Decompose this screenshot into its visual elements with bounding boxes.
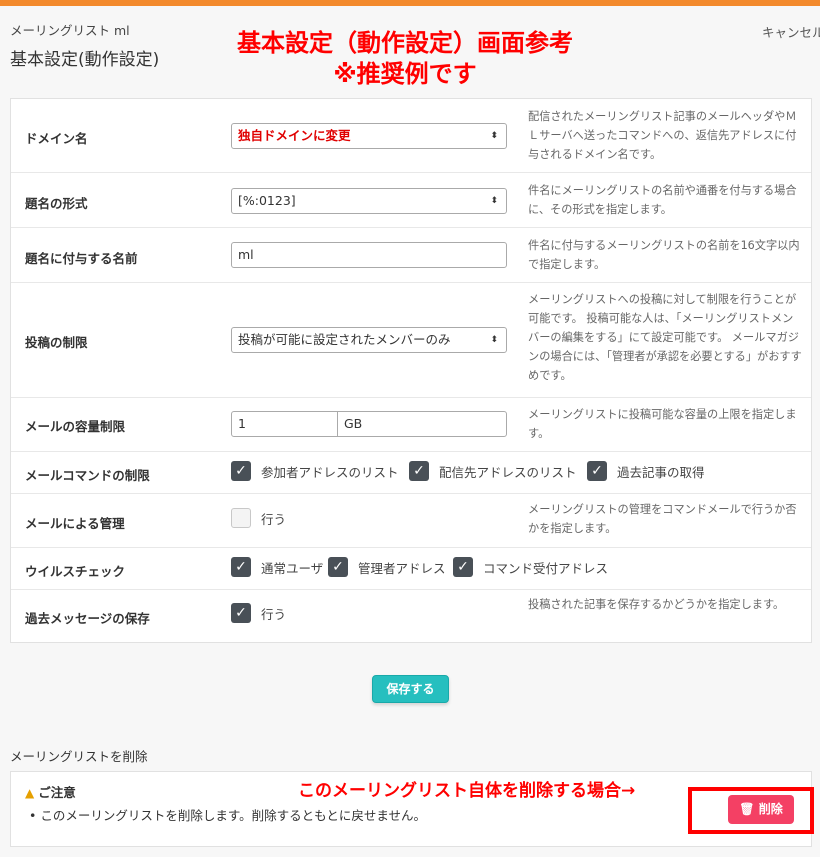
annotation-delete-note: このメーリングリスト自体を削除する場合→ [298, 781, 636, 801]
select-arrows-icon: ⬍ [490, 335, 498, 345]
page-title: 基本設定(動作設定) [10, 50, 160, 70]
checkbox-archive-fetch-label: 過去記事の取得 [617, 465, 705, 480]
annotation-title-line1: 基本設定（動作設定）画面参考 [237, 29, 573, 57]
breadcrumb: メーリングリスト ml [10, 23, 130, 38]
checkbox-participant-list-label: 参加者アドレスのリスト [261, 465, 399, 480]
notice-item: • このメーリングリストを削除します。削除するともとに戻せません。 [29, 808, 426, 823]
checkbox-command-address[interactable]: ✓ [453, 557, 473, 577]
domain-help: 配信されたメーリングリスト記事のメールヘッダやＭＬサーバへ送ったコマンドへの、返… [528, 110, 797, 161]
mail-admin-label: メールによる管理 [25, 516, 125, 531]
checkbox-archive[interactable]: ✓ [231, 603, 251, 623]
post-restriction-value: 投稿が可能に設定されたメンバーのみ [238, 332, 451, 347]
row-mail-admin: メールによる管理 行う メーリングリストの管理をコマンドメールで行うか否かを指定… [11, 493, 811, 547]
row-command-limit: メールコマンドの制限 ✓ 参加者アドレスのリスト ✓ 配信先アドレスのリスト ✓… [11, 451, 811, 493]
domain-select[interactable]: 独自ドメインに変更 ⬍ [231, 123, 507, 149]
delete-section-heading: メーリングリストを削除 [10, 749, 148, 764]
delete-button-label: 削除 [758, 802, 783, 816]
subject-name-label: 題名に付与する名前 [25, 251, 138, 266]
checkbox-normal-user-label: 通常ユーザ [261, 561, 324, 576]
subject-format-select[interactable]: [%:0123] ⬍ [231, 188, 507, 214]
select-arrows-icon: ⬍ [490, 196, 498, 206]
checkbox-delivery-list[interactable]: ✓ [409, 461, 429, 481]
top-accent-bar [0, 0, 820, 6]
checkbox-archive-label: 行う [261, 607, 287, 622]
virus-check-label: ウイルスチェック [25, 564, 126, 579]
command-limit-label: メールコマンドの制限 [25, 468, 150, 483]
size-limit-label: メールの容量制限 [25, 419, 126, 434]
checkbox-archive-fetch[interactable]: ✓ [587, 461, 607, 481]
row-size-limit: メールの容量制限 1 GB メーリングリストに投稿可能な容量の上限を指定します。 [11, 397, 811, 451]
domain-label: ドメイン名 [25, 131, 88, 146]
select-arrows-icon: ⬍ [490, 131, 498, 141]
checkbox-normal-user[interactable]: ✓ [231, 557, 251, 577]
post-restriction-label: 投稿の制限 [25, 335, 88, 350]
input-divider [337, 412, 338, 436]
row-post-restriction: 投稿の制限 投稿が可能に設定されたメンバーのみ ⬍ メーリングリストへの投稿に対… [11, 282, 811, 397]
size-limit-input[interactable]: 1 GB [231, 411, 507, 437]
row-subject-name: 題名に付与する名前 ml 件名に付与するメーリングリストの名前を16文字以内で指… [11, 227, 811, 282]
subject-format-help: 件名にメーリングリストの名前や通番を付与する場合に、その形式を指定します。 [528, 184, 797, 216]
subject-format-label: 題名の形式 [25, 196, 88, 211]
size-limit-unit: GB [344, 416, 363, 431]
notice-title: ▲ ご注意 [25, 782, 76, 801]
annotation-title: 基本設定（動作設定）画面参考 ※推奨例です [205, 28, 605, 90]
size-limit-help: メーリングリストに投稿可能な容量の上限を指定します。 [528, 408, 797, 440]
warning-icon: ▲ [25, 786, 35, 800]
subject-name-help: 件名に付与するメーリングリストの名前を16文字以内で指定します。 [528, 239, 800, 271]
subject-format-value: [%:0123] [238, 193, 296, 208]
archive-help: 投稿された記事を保存するかどうかを指定します。 [528, 598, 785, 611]
notice-item-text: このメーリングリストを削除します。削除するともとに戻せません。 [40, 808, 426, 823]
archive-label: 過去メッセージの保存 [25, 611, 150, 626]
checkbox-command-address-label: コマンド受付アドレス [483, 561, 609, 576]
checkbox-admin-address[interactable]: ✓ [328, 557, 348, 577]
trash-icon: 🗑 [739, 802, 755, 816]
settings-form: ドメイン名 独自ドメインに変更 ⬍ 配信されたメーリングリスト記事のメールヘッダ… [10, 98, 812, 643]
post-restriction-select[interactable]: 投稿が可能に設定されたメンバーのみ ⬍ [231, 327, 507, 353]
checkbox-admin-address-label: 管理者アドレス [358, 561, 446, 576]
row-archive: 過去メッセージの保存 ✓ 行う 投稿された記事を保存するかどうかを指定します。 [11, 589, 811, 643]
notice-title-text: ご注意 [38, 785, 76, 800]
domain-select-value: 独自ドメインに変更 [238, 128, 351, 143]
mail-admin-help: メーリングリストの管理をコマンドメールで行うか否かを指定します。 [528, 503, 797, 535]
checkbox-delivery-list-label: 配信先アドレスのリスト [439, 465, 577, 480]
cancel-link[interactable]: キャンセル [762, 22, 820, 41]
row-domain: ドメイン名 独自ドメインに変更 ⬍ 配信されたメーリングリスト記事のメールヘッダ… [11, 99, 811, 172]
annotation-title-line2: ※推奨例です [333, 60, 477, 88]
row-virus-check: ウイルスチェック ✓ 通常ユーザ ✓ 管理者アドレス ✓ コマンド受付アドレス [11, 547, 811, 589]
save-button[interactable]: 保存する [372, 675, 449, 703]
checkbox-mail-admin[interactable] [231, 508, 251, 528]
row-subject-format: 題名の形式 [%:0123] ⬍ 件名にメーリングリストの名前や通番を付与する場… [11, 172, 811, 227]
delete-button[interactable]: 🗑 削除 [728, 795, 794, 824]
checkbox-mail-admin-label: 行う [261, 512, 287, 527]
post-restriction-help: メーリングリストへの投稿に対して制限を行うことが可能です。 投稿可能な人は、「メ… [528, 293, 802, 382]
checkbox-participant-list[interactable]: ✓ [231, 461, 251, 481]
page-header: メーリングリスト ml 基本設定(動作設定) [10, 20, 159, 70]
size-limit-value: 1 [238, 416, 246, 431]
subject-name-input[interactable]: ml [231, 242, 507, 268]
